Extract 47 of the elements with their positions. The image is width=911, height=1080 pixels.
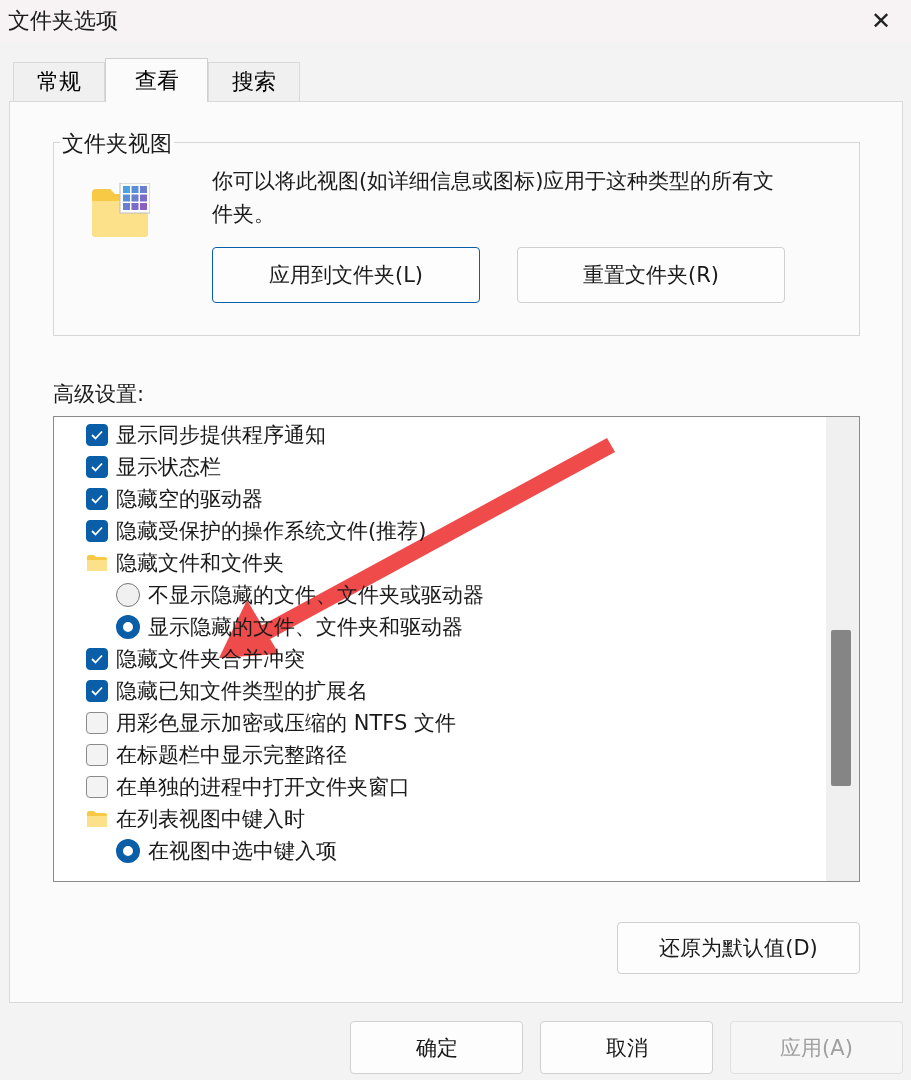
checkmark-icon <box>90 429 104 441</box>
checkbox[interactable] <box>86 424 108 446</box>
checkmark-icon <box>90 493 104 505</box>
tab[interactable]: 搜索 <box>208 62 300 101</box>
checkbox[interactable] <box>86 648 108 670</box>
folder-view-icon <box>90 183 150 239</box>
checkbox[interactable] <box>86 456 108 478</box>
checkmark-icon <box>90 525 104 537</box>
checkmark-icon <box>90 685 104 697</box>
setting-label: 隐藏受保护的操作系统文件(推荐) <box>116 518 427 545</box>
radio-button[interactable] <box>116 839 140 863</box>
setting-label: 隐藏文件和文件夹 <box>116 550 284 577</box>
checkmark-icon <box>90 461 104 473</box>
scrollbar[interactable] <box>826 417 859 881</box>
window-title: 文件夹选项 <box>8 7 118 35</box>
folder-button[interactable]: 应用到文件夹(L) <box>212 247 480 303</box>
scrollbar-thumb[interactable] <box>831 630 851 786</box>
tab[interactable]: 查看 <box>105 58 208 102</box>
checkbox[interactable] <box>86 776 108 798</box>
checkbox[interactable] <box>86 488 108 510</box>
setting-label: 在视图中选中键入项 <box>148 838 337 865</box>
checkmark-icon <box>90 653 104 665</box>
checkbox[interactable] <box>86 712 108 734</box>
radio-button[interactable] <box>116 583 140 607</box>
setting-label: 显示隐藏的文件、文件夹和驱动器 <box>148 614 463 641</box>
radio-button[interactable] <box>116 615 140 639</box>
folder-icon <box>86 810 108 828</box>
setting-label: 用彩色显示加密或压缩的 NTFS 文件 <box>116 710 456 737</box>
dialog-button[interactable]: 确定 <box>350 1021 523 1074</box>
restore-defaults-button[interactable]: 还原为默认值(D) <box>617 922 860 974</box>
close-button[interactable]: ✕ <box>851 0 911 42</box>
setting-label: 在列表视图中键入时 <box>116 806 305 833</box>
advanced-label: 高级设置: <box>53 381 146 408</box>
checkbox[interactable] <box>86 744 108 766</box>
setting-label: 显示状态栏 <box>116 454 221 481</box>
dialog-button[interactable]: 取消 <box>540 1021 713 1074</box>
description-text: 你可以将此视图(如详细信息或图标)应用于这种类型的所有文件夹。 <box>212 168 776 228</box>
setting-label: 隐藏空的驱动器 <box>116 486 263 513</box>
tab[interactable]: 常规 <box>13 62 105 101</box>
folder-button[interactable]: 重置文件夹(R) <box>517 247 785 303</box>
checkbox[interactable] <box>86 680 108 702</box>
folder-icon <box>86 554 108 572</box>
setting-label: 隐藏已知文件类型的扩展名 <box>116 678 368 705</box>
setting-label: 在标题栏中显示完整路径 <box>116 742 347 769</box>
setting-label: 在单独的进程中打开文件夹窗口 <box>116 774 410 801</box>
setting-label: 显示同步提供程序通知 <box>116 422 326 449</box>
checkbox[interactable] <box>86 520 108 542</box>
